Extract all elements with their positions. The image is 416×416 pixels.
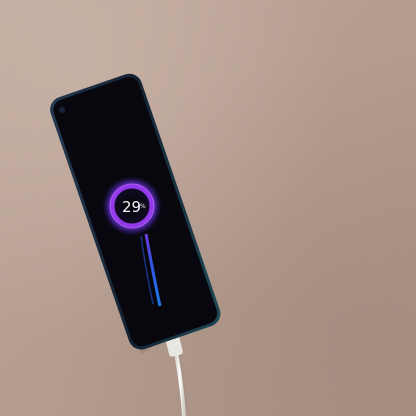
scene-drawing: 29 % — [50, 73, 221, 416]
photo-scene: 29 % — [0, 0, 416, 416]
battery-percent-sign: % — [140, 203, 146, 210]
battery-percentage: 29 — [122, 198, 141, 216]
